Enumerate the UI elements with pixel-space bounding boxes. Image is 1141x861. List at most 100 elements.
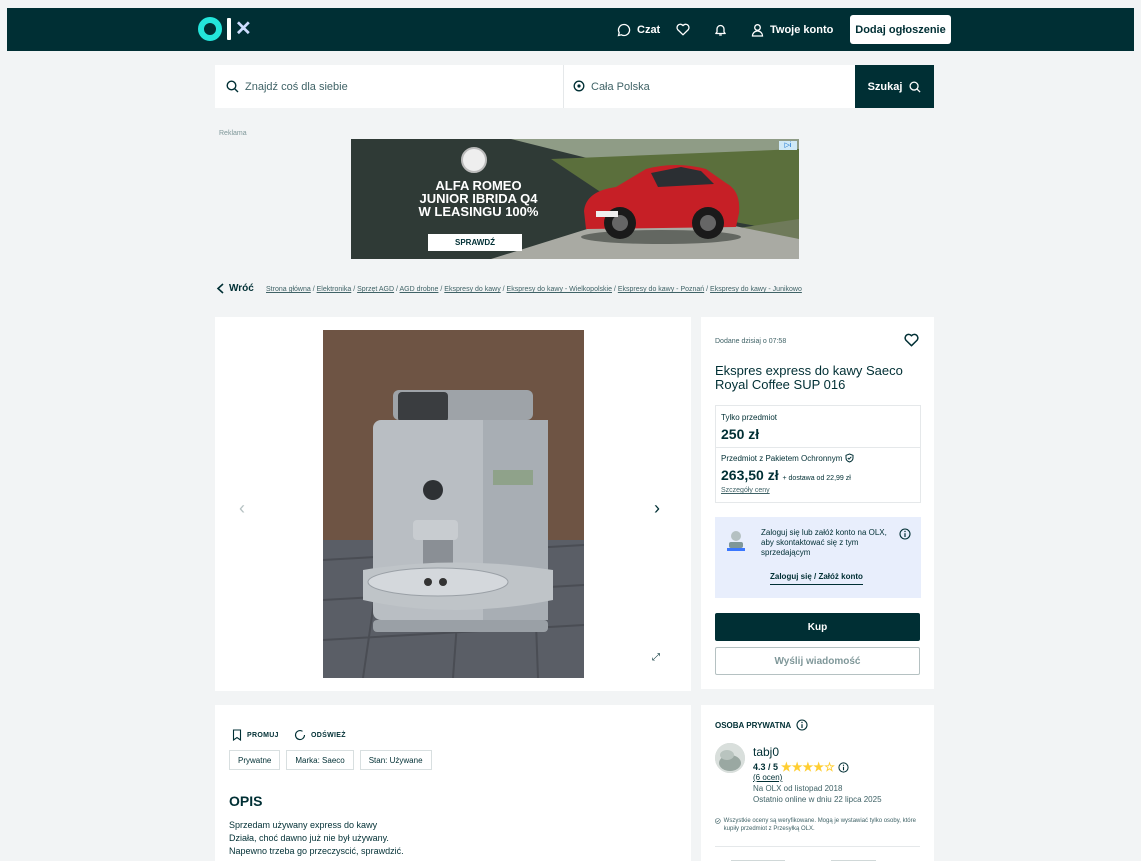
- promote-label: PROMUJ: [247, 731, 279, 739]
- heart-icon[interactable]: [904, 333, 919, 347]
- back-label: Wróć: [229, 283, 254, 294]
- listing-date: Dodane dzisiaj o 07:58: [715, 338, 787, 345]
- product-photo[interactable]: [323, 330, 584, 678]
- add-listing-button[interactable]: Dodaj ogłoszenie: [850, 15, 951, 44]
- seller-rating-row: 4.3 / 5 ★★★★☆: [753, 760, 849, 774]
- bookmark-icon: [232, 729, 242, 741]
- info-icon[interactable]: [899, 528, 911, 540]
- avatar[interactable]: [715, 743, 745, 773]
- ratings-note: Wszystkie oceny są weryfikowane. Mogą je…: [715, 817, 925, 833]
- search-button-label: Szukaj: [867, 80, 903, 93]
- breadcrumb-item[interactable]: Ekspresy do kawy - Poznań: [618, 286, 704, 293]
- chevron-left-icon: [216, 283, 224, 294]
- price-box: Tylko przedmiot 250 zł Przedmiot z Pakie…: [715, 405, 921, 503]
- seller-card: OSOBA PRYWATNA tabj0 4.3 / 5 ★★★★☆ (6 oc…: [701, 705, 934, 861]
- olx-logo[interactable]: ✕: [198, 16, 252, 42]
- price-package-row: 263,50 zł + dostawa od 22,99 zł: [721, 467, 851, 483]
- back-link[interactable]: Wróć: [216, 283, 254, 294]
- attribute-tag: Prywatne: [229, 750, 281, 770]
- ad-headline-line-3: W LEASINGU 100%: [418, 204, 539, 219]
- breadcrumb-item[interactable]: Elektronika: [317, 286, 352, 293]
- logo-l-shape: [227, 18, 231, 40]
- gallery-next-button[interactable]: ›: [654, 498, 660, 519]
- account-label: Twoje konto: [770, 23, 834, 36]
- buy-button[interactable]: Kup: [715, 613, 920, 641]
- ad-choices-icon[interactable]: ▷i: [779, 141, 797, 150]
- description-line: Napewno trzeba go przeczyscić, sprawdzić…: [229, 846, 404, 856]
- refresh-label: ODŚWIEŻ: [311, 731, 346, 739]
- ad-headline: ALFA ROMEO JUNIOR IBRIDA Q4 W LEASINGU 1…: [391, 179, 566, 218]
- listing-title: Ekspres express do kawy Saeco Royal Coff…: [715, 363, 903, 392]
- seller-heading-row: OSOBA PRYWATNA: [715, 719, 808, 731]
- rating-stars: ★★★★☆: [781, 760, 835, 774]
- shipping-info: + dostawa od 22,99 zł: [782, 475, 851, 482]
- seller-since: Na OLX od listopad 2018: [753, 784, 843, 793]
- seller-heading: OSOBA PRYWATNA: [715, 720, 792, 730]
- info-icon[interactable]: [838, 761, 849, 773]
- search-button[interactable]: Szukaj: [855, 65, 934, 108]
- advertisement-banner[interactable]: ALFA ROMEO JUNIOR IBRIDA Q4 W LEASINGU 1…: [351, 139, 799, 259]
- location-placeholder: Cała Polska: [591, 80, 650, 93]
- description-line: Działa, choć dawno już nie był używany.: [229, 833, 389, 843]
- breadcrumb-item[interactable]: Strona główna: [266, 286, 311, 293]
- attribute-tag: Marka: Saeco: [286, 750, 354, 770]
- refresh-button[interactable]: ODŚWIEŻ: [294, 729, 346, 741]
- info-icon[interactable]: [796, 719, 808, 731]
- breadcrumb-item[interactable]: Ekspresy do kawy - Junikowo: [710, 286, 802, 293]
- description-line: Sprzedam używany express do kawy: [229, 820, 378, 830]
- send-message-button[interactable]: Wyślij wiadomość: [715, 647, 920, 675]
- description-heading: OPIS: [229, 793, 263, 809]
- search-icon: [226, 80, 239, 93]
- price-item-label: Tylko przedmiot: [721, 413, 778, 422]
- search-placeholder: Znajdź coś dla siebie: [245, 80, 348, 93]
- description-body: Sprzedam używany express do kawy Działa,…: [229, 819, 404, 858]
- description-section: PROMUJ ODŚWIEŻ Prywatne Marka: Saeco Sta…: [215, 705, 691, 861]
- price-item: 250 zł: [721, 426, 760, 442]
- search-icon: [909, 80, 921, 93]
- search-input[interactable]: Znajdź coś dla siebie: [215, 65, 563, 108]
- chat-label: Czat: [637, 23, 661, 36]
- seller-name[interactable]: tabj0: [753, 745, 779, 759]
- login-link[interactable]: Zaloguj się / Załóż konto: [770, 572, 863, 585]
- notifications-link[interactable]: [714, 8, 727, 51]
- search-divider: [563, 65, 564, 108]
- price-package: 263,50 zł: [721, 467, 779, 483]
- fullscreen-icon[interactable]: ⤢: [652, 652, 660, 663]
- price-details-link[interactable]: Szczegóły ceny: [721, 487, 770, 494]
- chat-link[interactable]: Czat: [617, 8, 660, 51]
- promote-button[interactable]: PROMUJ: [232, 729, 279, 741]
- breadcrumb-item[interactable]: Sprzęt AGD: [357, 286, 394, 293]
- user-icon: [751, 23, 764, 37]
- chat-icon: [617, 23, 631, 36]
- ad-cta-button[interactable]: SPRAWDŹ: [428, 234, 522, 251]
- attribute-tag: Stan: Używane: [359, 750, 432, 770]
- seller-more-placeholder: ▬▬▬▬▬: [831, 855, 876, 861]
- bell-icon: [715, 24, 726, 36]
- attribute-tags: Prywatne Marka: Saeco Stan: Używane: [229, 750, 432, 770]
- ratings-note-text: Wszystkie oceny są weryfikowane. Mogą je…: [723, 818, 916, 832]
- favorites-link[interactable]: [676, 8, 690, 51]
- gallery-prev-button[interactable]: ‹: [239, 498, 245, 519]
- price-package-label: Przedmiot z Pakietem Ochronnym: [721, 453, 843, 463]
- seller-last-online: Ostatnio online w dniu 22 lipca 2025: [753, 795, 882, 804]
- breadcrumb-item[interactable]: AGD drobne: [400, 286, 439, 293]
- listing-info-card: Dodane dzisiaj o 07:58 Ekspres express d…: [701, 317, 934, 689]
- logo-x-shape: ✕: [235, 18, 252, 40]
- account-link[interactable]: Twoje konto: [751, 8, 833, 51]
- shield-check-icon: [845, 453, 854, 463]
- rating-count-link[interactable]: (6 ocen): [753, 773, 782, 782]
- coffee-machine-image: [323, 330, 584, 678]
- price-package-label-row: Przedmiot z Pakietem Ochronnym: [721, 453, 854, 463]
- avatar-image: [715, 743, 745, 773]
- breadcrumb: Strona główna / Elektronika / Sprzęt AGD…: [266, 286, 802, 293]
- ad-label: Reklama: [219, 130, 247, 137]
- login-prompt-text: Zaloguj się lub załóż konto na OLX, aby …: [761, 528, 887, 557]
- check-circle-icon: [715, 818, 721, 824]
- breadcrumb-item[interactable]: Ekspresy do kawy: [444, 286, 500, 293]
- car-image: [581, 165, 741, 244]
- location-input[interactable]: Cała Polska: [573, 65, 650, 108]
- alfa-romeo-logo-icon: [461, 147, 487, 173]
- login-illustration-icon: [727, 531, 745, 551]
- breadcrumb-item[interactable]: Ekspresy do kawy - Wielkopolskie: [507, 286, 612, 293]
- logo-o-shape: [198, 17, 222, 41]
